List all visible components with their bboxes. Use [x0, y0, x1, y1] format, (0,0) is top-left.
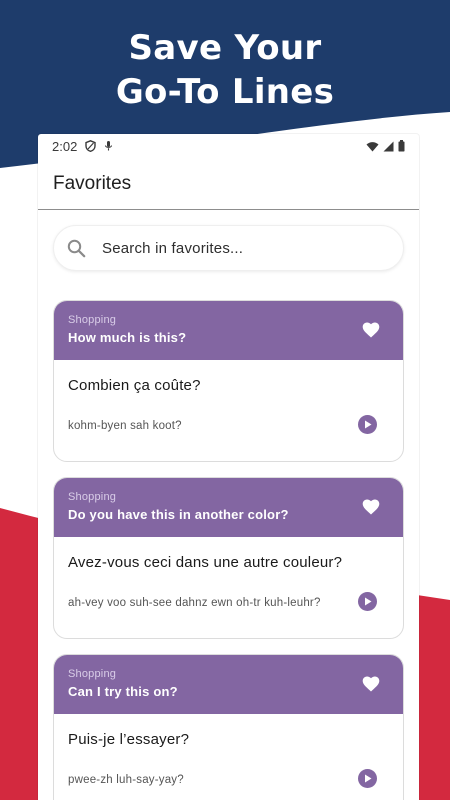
battery-icon: [398, 140, 405, 152]
card-category: Shopping: [68, 491, 117, 503]
wifi-icon: [366, 141, 379, 152]
play-icon: [364, 597, 371, 606]
card-translation: Combien ça coûte?: [68, 377, 201, 394]
card-header: Shopping How much is this?: [54, 301, 403, 360]
card-pronunciation: pwee-zh luh-say-yay?: [68, 774, 184, 786]
promo-headline: Save Your Go-To Lines: [0, 26, 450, 114]
app-bar: Favorites: [38, 158, 419, 210]
card-category: Shopping: [68, 314, 117, 326]
shield-icon: [85, 140, 97, 152]
card-pronunciation: kohm-byen sah koot?: [68, 420, 182, 432]
favorite-heart-icon[interactable]: [361, 320, 381, 340]
play-audio-button[interactable]: [358, 592, 377, 611]
play-audio-button[interactable]: [358, 415, 377, 434]
list-item[interactable]: Shopping How much is this? Combien ça co…: [53, 300, 404, 462]
card-question: Can I try this on?: [68, 684, 178, 699]
play-icon: [364, 420, 371, 429]
list-item[interactable]: Shopping Can I try this on? Puis-je l’es…: [53, 654, 404, 800]
status-bar: 2:02: [38, 134, 419, 158]
card-translation: Puis-je l’essayer?: [68, 731, 190, 748]
favorites-list: Shopping How much is this? Combien ça co…: [53, 300, 404, 800]
favorite-heart-icon[interactable]: [361, 497, 381, 517]
search-icon: [67, 239, 86, 258]
favorite-heart-icon[interactable]: [361, 674, 381, 694]
card-header: Shopping Can I try this on?: [54, 655, 403, 714]
card-question: Do you have this in another color?: [68, 507, 289, 522]
search-input[interactable]: [102, 239, 372, 257]
card-pronunciation: ah-vey voo suh-see dahnz ewn oh-tr kuh-l…: [68, 597, 321, 609]
card-category: Shopping: [68, 668, 117, 680]
headline-line-2: Go-To Lines: [115, 72, 335, 112]
card-question: How much is this?: [68, 330, 187, 345]
card-translation: Avez-vous ceci dans une autre couleur?: [68, 554, 343, 571]
play-audio-button[interactable]: [358, 769, 377, 788]
page-title: Favorites: [53, 172, 132, 194]
status-time: 2:02: [52, 138, 78, 154]
play-icon: [364, 774, 371, 783]
phone-screen: 2:02 Favorites Search in favorites... Sh…: [38, 134, 419, 800]
cellular-signal-icon: [383, 141, 394, 152]
list-item[interactable]: Shopping Do you have this in another col…: [53, 477, 404, 639]
card-header: Shopping Do you have this in another col…: [54, 478, 403, 537]
headline-line-1: Save Your: [128, 28, 322, 68]
search-bar[interactable]: [53, 225, 404, 271]
microphone-icon: [104, 140, 113, 152]
